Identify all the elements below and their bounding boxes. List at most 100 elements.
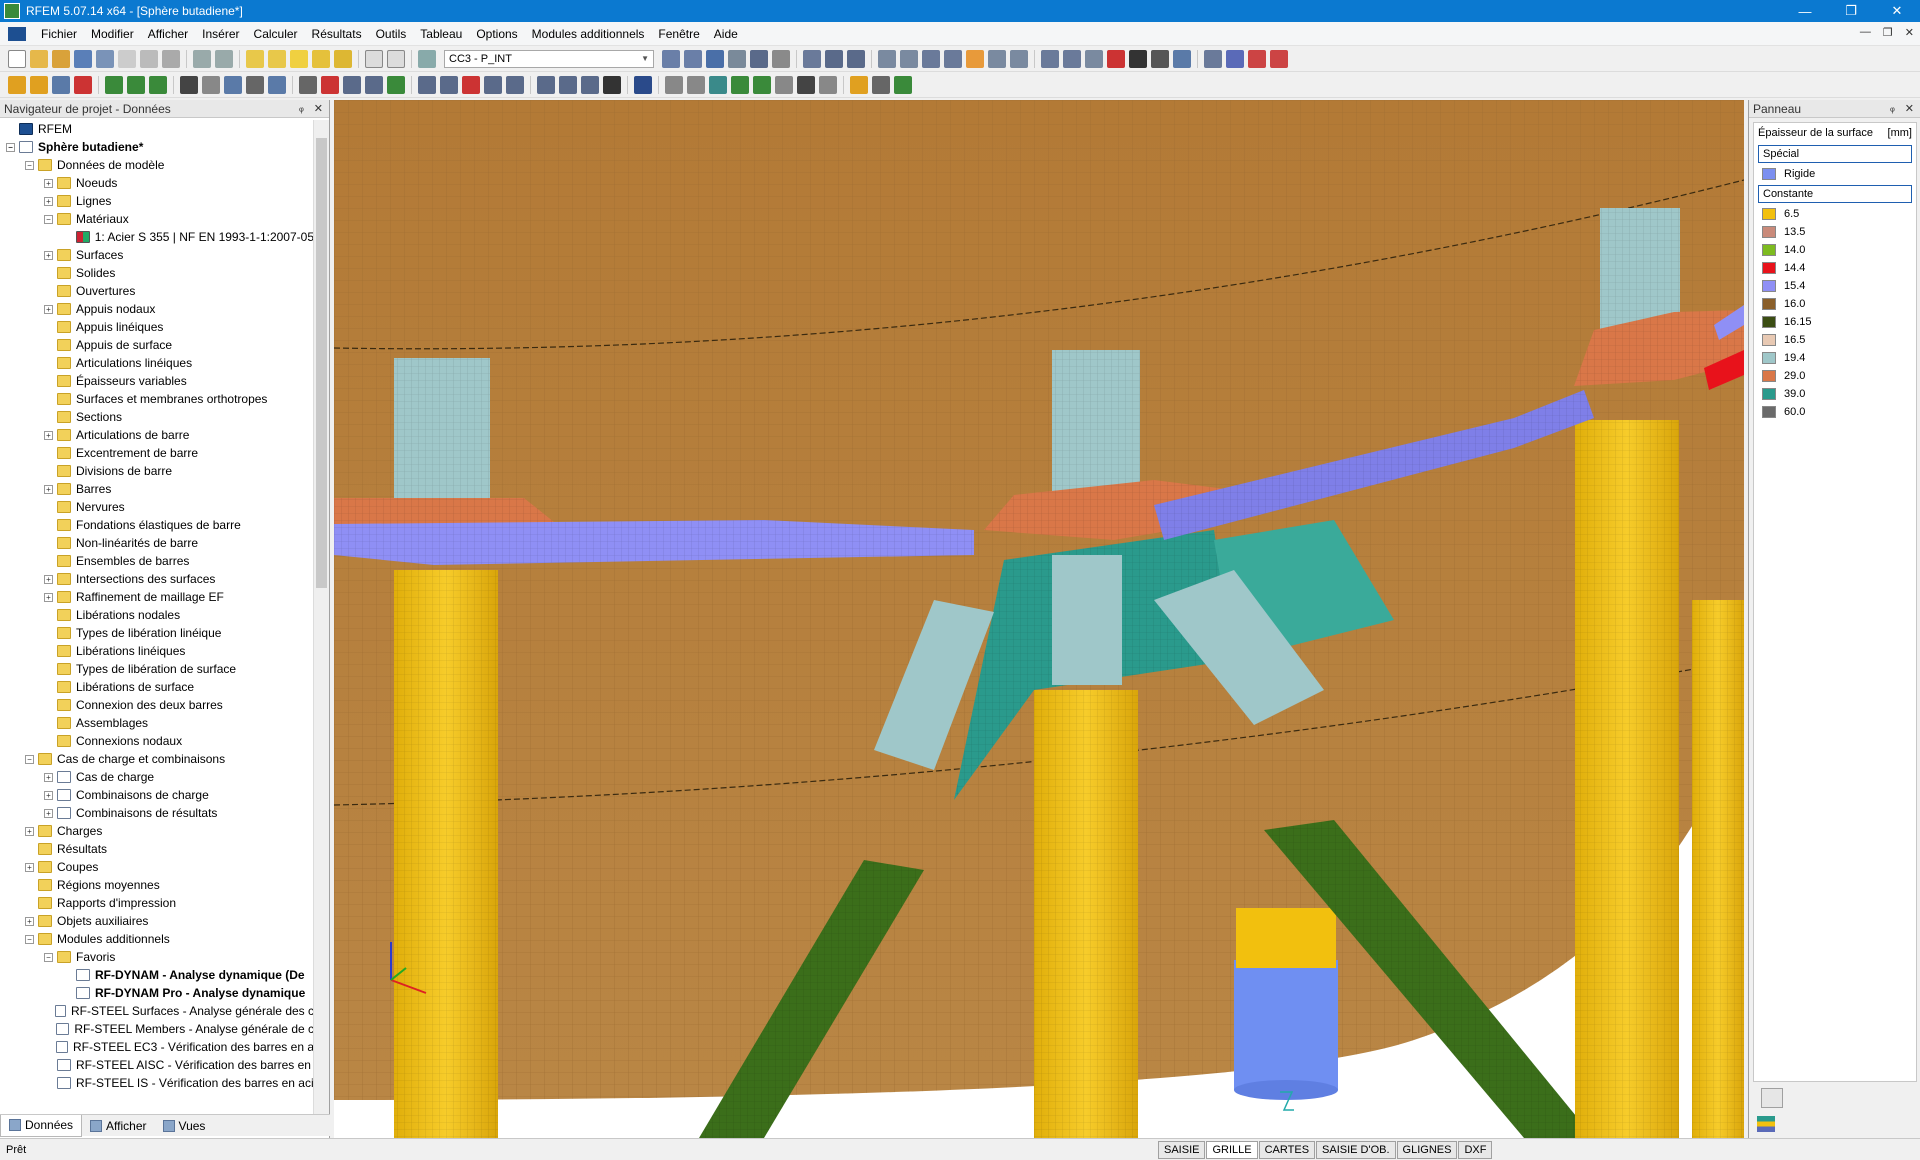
toggle-grille[interactable]: GRILLE — [1206, 1141, 1258, 1159]
guide-line-icon[interactable] — [709, 75, 727, 94]
table-icon[interactable] — [365, 49, 383, 68]
result-values-icon[interactable] — [728, 49, 746, 68]
menu-inserer[interactable]: Insérer — [195, 27, 246, 41]
tree-item[interactable]: + Raffinement de maillage EF — [0, 588, 314, 606]
view-y-icon[interactable] — [537, 75, 555, 94]
grid-settings-icon[interactable] — [775, 75, 793, 94]
display-icon[interactable] — [1151, 49, 1169, 68]
view-axes-icon[interactable] — [581, 75, 599, 94]
new-surface-icon[interactable] — [224, 75, 242, 94]
tree-item[interactable]: Régions moyennes — [0, 876, 314, 894]
result-options-icon[interactable] — [772, 49, 790, 68]
menu-fenetre[interactable]: Fenêtre — [651, 27, 706, 41]
legend-group-special[interactable]: Spécial — [1758, 145, 1912, 163]
show-results-icon[interactable] — [706, 49, 724, 68]
tree-item[interactable]: + Combinaisons de charge — [0, 786, 314, 804]
toggle-saisie[interactable]: SAISIE — [1158, 1141, 1206, 1159]
expand-icon[interactable]: + — [44, 178, 53, 188]
collapse-icon[interactable]: − — [6, 142, 15, 152]
tree-item[interactable]: + Intersections des surfaces — [0, 570, 314, 588]
collapse-icon[interactable]: − — [25, 754, 34, 764]
tree-item[interactable]: RF-STEEL Members - Analyse générale de c — [0, 1020, 314, 1038]
undo-icon[interactable] — [193, 49, 211, 68]
load-case-select[interactable]: CC3 - P_INT ▼ — [444, 49, 654, 68]
report-icon[interactable] — [162, 49, 180, 68]
module-pdf-icon[interactable] — [1270, 49, 1288, 68]
expand-icon[interactable]: + — [44, 808, 53, 818]
tree-item[interactable]: − Données de modèle — [0, 156, 314, 174]
save-all-icon[interactable] — [96, 49, 114, 68]
tree-item[interactable]: Solides — [0, 264, 314, 282]
tree-item[interactable]: Épaisseurs variables — [0, 372, 314, 390]
tree-item[interactable]: RF-DYNAM - Analyse dynamique (De — [0, 966, 314, 984]
open-recent-icon[interactable] — [52, 49, 70, 68]
legend-group-constant[interactable]: Constante — [1758, 185, 1912, 203]
tree-item[interactable]: Sections — [0, 408, 314, 426]
menu-calculer[interactable]: Calculer — [247, 27, 305, 41]
mirror-icon[interactable] — [343, 75, 361, 94]
collapse-icon[interactable]: − — [44, 952, 53, 962]
menu-modules-additionnels[interactable]: Modules additionnels — [525, 27, 652, 41]
toggle-glignes[interactable]: GLIGNES — [1396, 1141, 1458, 1159]
view-solids-icon[interactable] — [988, 49, 1006, 68]
tree-item[interactable]: − Favoris — [0, 948, 314, 966]
pin-icon[interactable]: ᵩ — [299, 102, 304, 115]
tree-item[interactable]: Rapports d'impression — [0, 894, 314, 912]
zoom-window-icon[interactable] — [440, 75, 458, 94]
tab-donnees[interactable]: Données — [0, 1114, 83, 1137]
tree-item[interactable]: Ensembles de barres — [0, 552, 314, 570]
view-x-icon[interactable] — [506, 75, 524, 94]
view-z-icon[interactable] — [559, 75, 577, 94]
view-grid-icon[interactable] — [878, 49, 896, 68]
print-icon[interactable] — [118, 49, 136, 68]
view-settings-icon[interactable] — [894, 75, 912, 94]
tree-item[interactable]: RF-STEEL EC3 - Vérification des barres e… — [0, 1038, 314, 1056]
tree-item[interactable]: Libérations linéiques — [0, 642, 314, 660]
tree-item[interactable]: − Cas de charge et combinaisons — [0, 750, 314, 768]
tree-item[interactable]: + Cas de charge — [0, 768, 314, 786]
view-mesh-icon[interactable] — [900, 49, 918, 68]
expand-icon[interactable]: + — [44, 574, 53, 584]
export-icon[interactable] — [1204, 49, 1222, 68]
workplane-icon[interactable] — [819, 75, 837, 94]
new-hinge-icon[interactable] — [180, 75, 198, 94]
expand-icon[interactable]: + — [44, 304, 53, 314]
tree-item[interactable]: Libérations nodales — [0, 606, 314, 624]
new-release-icon[interactable] — [202, 75, 220, 94]
toggle-saisie-ob[interactable]: SAISIE D'OB. — [1316, 1141, 1396, 1159]
new-arc-icon[interactable] — [52, 75, 70, 94]
render-icon[interactable] — [1129, 49, 1147, 68]
settings-icon[interactable] — [1173, 49, 1191, 68]
expand-icon[interactable]: + — [44, 790, 53, 800]
delete-icon[interactable] — [1107, 49, 1125, 68]
tree-item[interactable]: Appuis de surface — [0, 336, 314, 354]
view-surfaces-icon[interactable] — [966, 49, 984, 68]
animation-icon[interactable] — [803, 49, 821, 68]
expand-icon[interactable]: + — [25, 826, 34, 836]
tree-item[interactable]: RF-STEEL Surfaces - Analyse générale des… — [0, 1002, 314, 1020]
menu-afficher[interactable]: Afficher — [141, 27, 195, 41]
tree-item[interactable]: Articulations linéiques — [0, 354, 314, 372]
view-members-icon[interactable] — [944, 49, 962, 68]
new-solid-icon[interactable] — [246, 75, 264, 94]
navigator-vertical-scrollbar[interactable] — [313, 120, 329, 1120]
toggle-dxf[interactable]: DXF — [1458, 1141, 1493, 1159]
tree-item[interactable]: RF-STEEL AISC - Vérification des barres … — [0, 1056, 314, 1074]
menu-tableau[interactable]: Tableau — [413, 27, 469, 41]
new-member-icon[interactable] — [74, 75, 92, 94]
snap-icon[interactable] — [797, 75, 815, 94]
tree-item[interactable]: 1: Acier S 355 | NF EN 1993-1-1:2007-05 — [0, 228, 314, 246]
measure-icon[interactable] — [1063, 49, 1081, 68]
tree-item[interactable]: Résultats — [0, 840, 314, 858]
new-line-support-icon[interactable] — [127, 75, 145, 94]
tree-item[interactable]: + Surfaces — [0, 246, 314, 264]
tree-item[interactable]: Types de libération linéique — [0, 624, 314, 642]
numbering-icon[interactable] — [603, 75, 621, 94]
view-nodes-icon[interactable] — [922, 49, 940, 68]
tree-item[interactable]: + Charges — [0, 822, 314, 840]
expand-icon[interactable]: + — [25, 916, 34, 926]
tree-item[interactable]: + Combinaisons de résultats — [0, 804, 314, 822]
section-view-icon[interactable] — [825, 49, 843, 68]
scrollbar-thumb[interactable] — [316, 138, 327, 588]
tree-item[interactable]: Non-linéarités de barre — [0, 534, 314, 552]
